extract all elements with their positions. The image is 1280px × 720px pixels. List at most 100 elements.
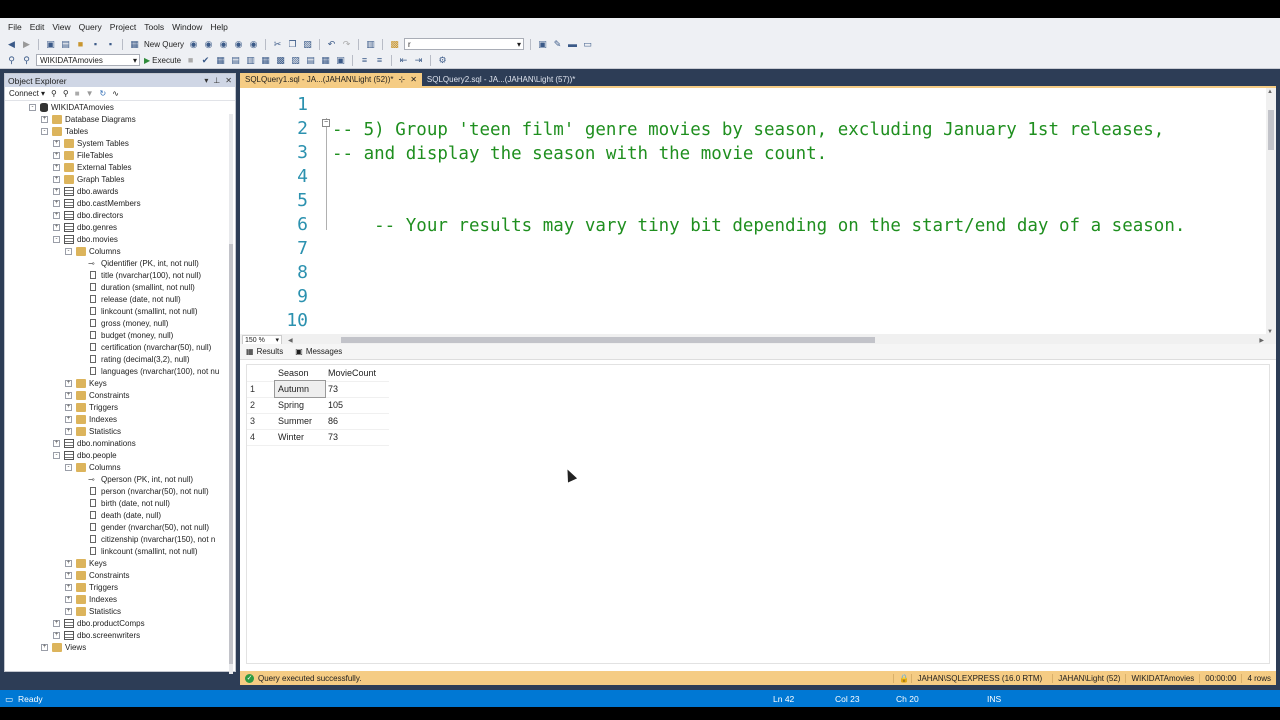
tree-node[interactable]: + dbo.productComps: [53, 617, 145, 629]
save-icon[interactable]: ▪: [90, 39, 101, 50]
dmx-query-icon[interactable]: ◉: [218, 39, 229, 50]
row-number[interactable]: 4: [247, 429, 275, 446]
scroll-left-icon[interactable]: ◀: [288, 337, 293, 344]
find-icon[interactable]: ▩: [389, 39, 400, 50]
tree-node[interactable]: citizenship (nvarchar(150), not n: [77, 533, 215, 545]
expand-icon[interactable]: +: [53, 631, 60, 639]
decrease-indent-icon[interactable]: ⇤: [398, 55, 409, 66]
expand-icon[interactable]: +: [65, 415, 72, 423]
expand-icon[interactable]: +: [65, 571, 72, 579]
window-layout-icon[interactable]: ▭: [582, 39, 593, 50]
expand-icon[interactable]: +: [53, 439, 60, 447]
table-row[interactable]: 3 Summer 86: [247, 413, 389, 430]
dax-query-icon[interactable]: ◉: [248, 39, 259, 50]
column-header[interactable]: Season: [275, 365, 325, 382]
tree-node[interactable]: - Columns: [65, 461, 121, 473]
intellisense-icon[interactable]: ▥: [245, 55, 256, 66]
collapse-icon[interactable]: -: [65, 463, 72, 471]
tree-node[interactable]: rating (decimal(3,2), null): [77, 353, 189, 365]
tree-node[interactable]: + Database Diagrams: [41, 113, 136, 125]
comment-icon[interactable]: ≡: [359, 55, 370, 66]
expand-icon[interactable]: +: [53, 199, 60, 207]
new-query-icon[interactable]: ▦: [129, 39, 140, 50]
moviecount-cell[interactable]: 105: [325, 397, 389, 414]
tree-node[interactable]: + dbo.genres: [53, 221, 117, 233]
expand-icon[interactable]: +: [65, 427, 72, 435]
disconnect-icon[interactable]: ⚲: [21, 55, 32, 66]
cut-icon[interactable]: ✂: [272, 39, 283, 50]
tree-node[interactable]: certification (nvarchar(50), null): [77, 341, 211, 353]
collapse-icon[interactable]: -: [41, 127, 48, 135]
tree-node[interactable]: + Views: [41, 641, 86, 653]
moviecount-cell[interactable]: 73: [325, 429, 389, 446]
back-icon[interactable]: ◀: [6, 39, 17, 50]
redo-icon[interactable]: ↷: [341, 39, 352, 50]
cancel-query-icon[interactable]: ■: [185, 55, 196, 66]
tree-node[interactable]: linkcount (smallint, not null): [77, 545, 197, 557]
query-designer-icon[interactable]: ▤: [230, 55, 241, 66]
tree-node[interactable]: + dbo.screenwriters: [53, 629, 140, 641]
table-row[interactable]: 2 Spring 105: [247, 397, 389, 414]
tree-node[interactable]: death (date, null): [77, 509, 161, 521]
collapse-icon[interactable]: -: [53, 235, 60, 243]
tree-node[interactable]: release (date, not null): [77, 293, 181, 305]
expand-icon[interactable]: +: [41, 643, 48, 651]
tree-node[interactable]: - WIKIDATAmovies: [29, 101, 114, 113]
new-project-icon[interactable]: ▣: [45, 39, 56, 50]
find-combobox[interactable]: r ▾: [404, 38, 525, 50]
moviecount-cell[interactable]: 86: [325, 413, 389, 430]
menu-item-edit[interactable]: Edit: [26, 22, 49, 32]
tree-node[interactable]: + dbo.awards: [53, 185, 118, 197]
tree-node[interactable]: - Tables: [41, 125, 88, 137]
editor-vertical-scrollbar[interactable]: ▲ ▼: [1266, 88, 1276, 336]
tree-node[interactable]: ⊸ Qperson (PK, int, not null): [77, 473, 193, 485]
tree-node[interactable]: languages (nvarchar(100), not nu: [77, 365, 219, 377]
tree-node[interactable]: + Statistics: [65, 605, 121, 617]
row-number[interactable]: 1: [247, 381, 275, 398]
disconnect-icon[interactable]: ⚲: [63, 89, 69, 98]
results-to-grid-icon[interactable]: ▦: [320, 55, 331, 66]
expand-icon[interactable]: +: [53, 211, 60, 219]
expand-icon[interactable]: +: [53, 139, 60, 147]
scroll-up-icon[interactable]: ▲: [1267, 89, 1273, 95]
activity-monitor-icon[interactable]: ▥: [365, 39, 376, 50]
connect-object-icon[interactable]: ⚲: [51, 89, 57, 98]
dropdown-icon[interactable]: ▾: [204, 76, 208, 85]
close-icon[interactable]: ✕: [225, 76, 232, 85]
tree-node[interactable]: + Indexes: [65, 593, 117, 605]
scrollbar-thumb[interactable]: [1268, 110, 1274, 150]
results-to-text-icon[interactable]: ▤: [305, 55, 316, 66]
results-to-file-icon[interactable]: ▣: [335, 55, 346, 66]
chevron-down-icon[interactable]: ▾: [133, 56, 137, 65]
tab-results[interactable]: ▦ Results: [246, 347, 283, 356]
tree-node[interactable]: title (nvarchar(100), not null): [77, 269, 201, 281]
available-databases-dropdown[interactable]: WIKIDATAmovies ▾: [36, 54, 140, 66]
tree-node[interactable]: + Statistics: [65, 425, 121, 437]
tree-node[interactable]: linkcount (smallint, not null): [77, 305, 197, 317]
database-query-icon[interactable]: ◉: [188, 39, 199, 50]
tree-node[interactable]: person (nvarchar(50), not null): [77, 485, 209, 497]
tree-node[interactable]: gender (nvarchar(50), not null): [77, 521, 209, 533]
tree-node[interactable]: budget (money, null): [77, 329, 173, 341]
tree-node[interactable]: duration (smallint, not null): [77, 281, 195, 293]
tree-node[interactable]: + Indexes: [65, 413, 117, 425]
expand-icon[interactable]: +: [53, 223, 60, 231]
season-cell[interactable]: Winter: [275, 429, 325, 446]
tree-node[interactable]: + dbo.castMembers: [53, 197, 141, 209]
expand-icon[interactable]: +: [53, 619, 60, 627]
live-query-stats-icon[interactable]: ▩: [275, 55, 286, 66]
menu-item-file[interactable]: File: [4, 22, 26, 32]
pin-icon[interactable]: ⊥: [213, 76, 220, 85]
expand-icon[interactable]: +: [65, 391, 72, 399]
tree-node[interactable]: birth (date, not null): [77, 497, 170, 509]
collapse-icon[interactable]: -: [65, 247, 72, 255]
tree-node[interactable]: - dbo.people: [53, 449, 117, 461]
properties-icon[interactable]: ▣: [537, 39, 548, 50]
tree-node[interactable]: + Constraints: [65, 569, 129, 581]
tree-node[interactable]: + FileTables: [53, 149, 113, 161]
expand-icon[interactable]: +: [53, 187, 60, 195]
client-statistics-icon[interactable]: ▧: [290, 55, 301, 66]
save-all-icon[interactable]: ▪: [105, 39, 116, 50]
collapse-icon[interactable]: -: [29, 103, 36, 111]
table-row[interactable]: 4 Winter 73: [247, 429, 389, 446]
